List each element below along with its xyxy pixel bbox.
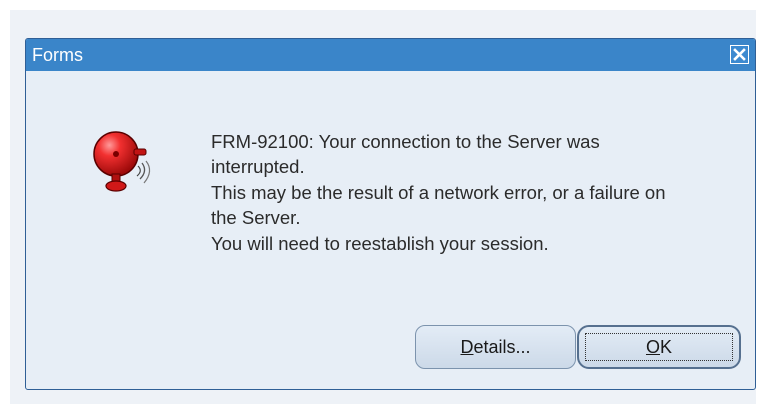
dialog-title: Forms — [32, 45, 83, 65]
message-line: FRM-92100: Your connection to the Server… — [211, 131, 600, 152]
message-line: the Server. — [211, 207, 301, 229]
details-mnemonic: D — [460, 336, 474, 357]
ok-button[interactable]: OK — [577, 325, 741, 369]
focus-ring — [585, 333, 733, 361]
close-icon — [733, 48, 746, 61]
close-button[interactable] — [730, 45, 749, 64]
dialog-titlebar[interactable]: Forms — [26, 39, 755, 71]
forms-dialog: Forms FRM-92100: Your connection to the … — [25, 38, 756, 390]
error-message: FRM-92100: Your connection to the Server… — [211, 129, 746, 256]
details-button[interactable]: Details... — [415, 325, 576, 369]
message-line: You will need to reestablish your sessio… — [211, 232, 549, 254]
details-label: etails... — [473, 336, 531, 357]
message-line: interrupted. — [211, 156, 305, 178]
message-line: This may be the result of a network erro… — [211, 181, 666, 203]
alarm-bell-icon — [93, 131, 151, 192]
